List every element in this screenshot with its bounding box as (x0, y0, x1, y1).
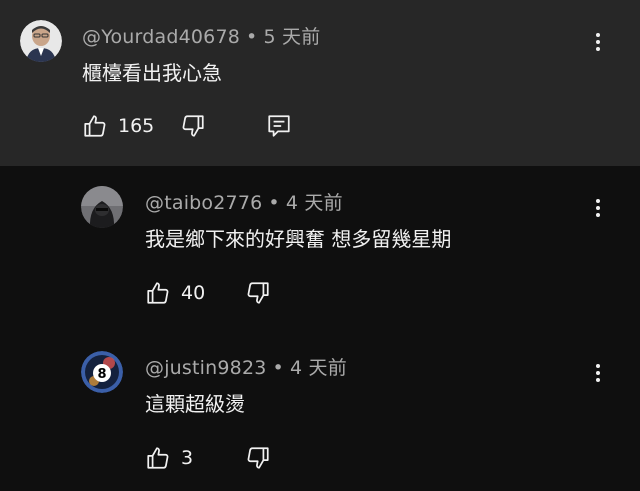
like-button[interactable] (145, 445, 171, 471)
thumb-down-icon (182, 115, 204, 137)
reply-button[interactable] (266, 113, 292, 139)
comment-time[interactable]: 4 天前 (286, 192, 343, 214)
thumb-up-icon (84, 115, 106, 137)
more-dot (596, 364, 600, 368)
comment-time[interactable]: 4 天前 (290, 357, 347, 379)
meta-separator: • (268, 192, 280, 214)
comment-text: 這顆超級燙 (145, 392, 245, 416)
more-dot (596, 199, 600, 203)
reply-comment-icon (268, 115, 290, 137)
eight-ball-number: 8 (97, 367, 106, 382)
more-options-button[interactable] (586, 361, 610, 385)
avatar[interactable] (81, 186, 123, 228)
like-count: 165 (118, 115, 155, 137)
hooded-figure-avatar-icon (81, 186, 123, 228)
eight-ball-avatar-icon: 8 (81, 351, 123, 393)
comment-item: 8 @justin9823 • 4 天前 這顆超級燙 3 (0, 331, 640, 491)
like-count: 3 (181, 447, 194, 469)
comment-actions: 165 (82, 112, 292, 140)
comment-text: 我是鄉下來的好興奮 想多留幾星期 (145, 227, 452, 251)
meta-separator: • (272, 357, 284, 379)
avatar[interactable]: 8 (81, 351, 123, 393)
author-handle[interactable]: @taibo2776 (145, 192, 262, 214)
like-button[interactable] (145, 280, 171, 306)
comment-actions: 3 (145, 444, 271, 472)
like-count: 40 (181, 282, 206, 304)
author-handle[interactable]: @justin9823 (145, 357, 267, 379)
like-button[interactable] (82, 113, 108, 139)
more-options-button[interactable] (586, 196, 610, 220)
meta-separator: • (246, 26, 258, 48)
comment-meta: @Yourdad40678 • 5 天前 (82, 22, 320, 49)
person-avatar-icon (20, 20, 62, 62)
dislike-button[interactable] (245, 445, 271, 471)
thumb-down-icon (247, 447, 269, 469)
comment-actions: 40 (145, 279, 271, 307)
more-dot (596, 371, 600, 375)
comment-item: @Yourdad40678 • 5 天前 櫃檯看出我心急 165 (0, 0, 640, 166)
thumb-up-icon (147, 282, 169, 304)
more-dot (596, 47, 600, 51)
thumb-down-icon (247, 282, 269, 304)
more-dot (596, 206, 600, 210)
more-dot (596, 33, 600, 37)
comment-time[interactable]: 5 天前 (263, 26, 320, 48)
more-options-button[interactable] (586, 30, 610, 54)
author-handle[interactable]: @Yourdad40678 (82, 26, 240, 48)
comment-item: @taibo2776 • 4 天前 我是鄉下來的好興奮 想多留幾星期 40 (0, 166, 640, 331)
comment-meta: @taibo2776 • 4 天前 (145, 188, 343, 215)
comment-meta: @justin9823 • 4 天前 (145, 353, 347, 380)
dislike-button[interactable] (245, 280, 271, 306)
more-dot (596, 378, 600, 382)
avatar[interactable] (20, 20, 62, 62)
more-dot (596, 40, 600, 44)
comment-text: 櫃檯看出我心急 (82, 61, 222, 85)
more-dot (596, 213, 600, 217)
thumb-up-icon (147, 447, 169, 469)
dislike-button[interactable] (180, 113, 206, 139)
